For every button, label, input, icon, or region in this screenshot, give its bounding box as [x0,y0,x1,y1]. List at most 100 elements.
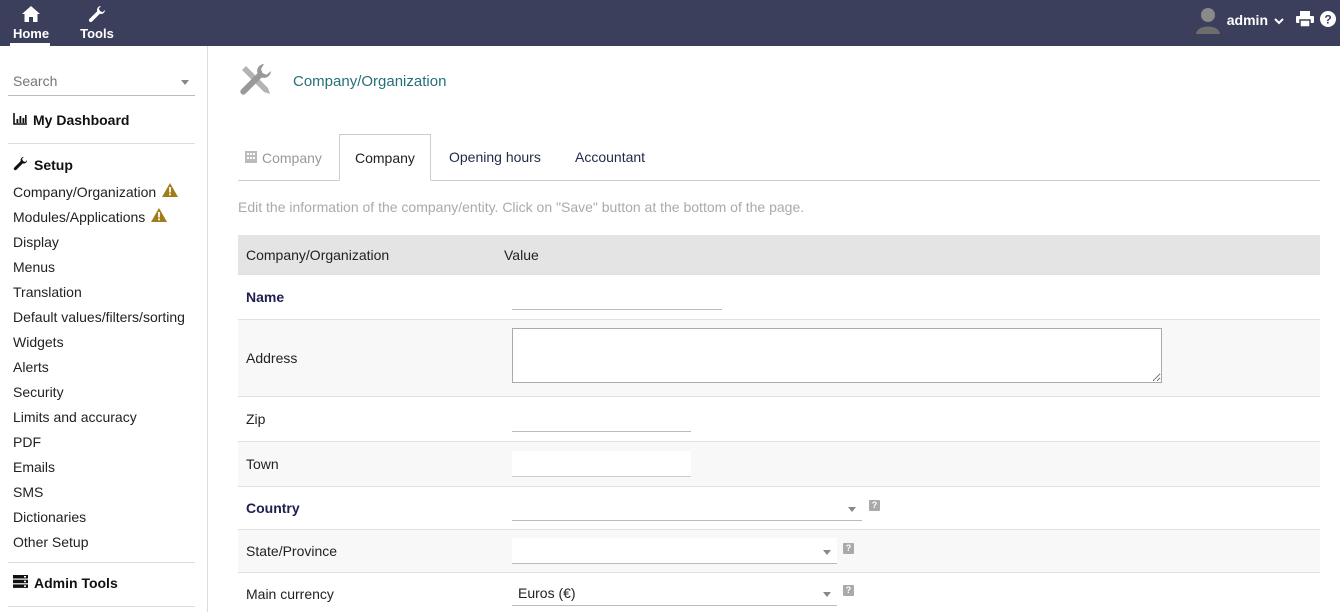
tab-company[interactable]: Company [339,134,431,181]
chevron-down-icon [848,507,856,512]
name-label: Name [246,289,285,305]
sidebar-item-default-values[interactable]: Default values/filters/sorting [13,305,185,330]
sidebar-item-label: Translation [13,284,82,300]
zip-label: Zip [246,411,266,427]
column-header: Value [504,246,539,263]
table-row: State/Province ? [238,529,1320,572]
chevron-down-icon [823,550,831,555]
divider [8,143,195,144]
help-icon[interactable]: ? [843,543,854,554]
table-row: Address [238,319,1320,396]
chevron-down-icon[interactable] [181,80,189,85]
tab-company-overview[interactable]: Company [238,134,338,181]
sidebar-item-label: SMS [13,484,44,500]
sidebar-item-label: Widgets [13,334,64,350]
tab-label: Accountant [575,149,646,165]
sidebar-item-pdf[interactable]: PDF [13,430,185,455]
sidebar-item-emails[interactable]: Emails [13,455,185,480]
home-icon [21,4,41,24]
divider [8,606,195,607]
print-icon[interactable] [1296,11,1314,30]
sidebar: My Dashboard Setup Company/Organization … [0,46,208,612]
avatar [1195,6,1221,34]
town-field[interactable] [512,451,691,477]
sidebar-item-label: Limits and accuracy [13,409,137,425]
sidebar-item-my-dashboard[interactable]: My Dashboard [13,112,129,128]
table-row: Country ? [238,486,1320,529]
wrench-icon [87,4,107,24]
table-header: Company/Organization Value [238,235,1320,274]
currency-value: Euros (€) [518,585,576,601]
search-input[interactable] [8,69,168,93]
home-label: Home [12,26,50,41]
top-bar: Home Tools admin ? [0,0,1340,46]
table-row: Town [238,441,1320,486]
divider [8,562,195,563]
sidebar-item-label: Security [13,384,64,400]
sidebar-item-limits-accuracy[interactable]: Limits and accuracy [13,405,185,430]
name-field[interactable] [512,286,722,310]
tab-label: Opening hours [449,149,541,165]
address-label: Address [246,350,298,366]
help-icon[interactable]: ? [1320,11,1336,30]
setup-menu-list: Company/Organization Modules/Application… [13,180,185,555]
sidebar-item-other-setup[interactable]: Other Setup [13,530,185,555]
admin-tools-label: Admin Tools [34,575,118,591]
help-icon[interactable]: ? [869,500,880,511]
sidebar-item-label: Default values/filters/sorting [13,309,185,325]
sidebar-item-label: Emails [13,459,56,475]
sidebar-item-label: Menus [13,259,56,275]
town-label: Town [246,456,279,472]
sidebar-item-translation[interactable]: Translation [13,280,185,305]
sidebar-item-modules-applications[interactable]: Modules/Applications [13,205,185,230]
table-row: Name [238,274,1320,319]
chevron-down-icon [823,592,831,597]
sidebar-item-dictionaries[interactable]: Dictionaries [13,505,185,530]
user-name: admin [1226,12,1268,28]
main-content: Company/Organization Company Company Ope… [238,46,1320,612]
home-nav-button[interactable]: Home [10,0,52,46]
tools-icon [238,62,274,98]
tools-nav-button[interactable]: Tools [76,0,118,46]
warning-icon [151,205,168,230]
sidebar-item-admin-tools[interactable]: Admin Tools [13,575,118,591]
building-icon [244,135,258,181]
company-form-table: Company/Organization Value Name Address … [238,235,1320,612]
sidebar-item-label: Other Setup [13,534,89,550]
edit-hint: Edit the information of the company/enti… [238,199,805,215]
warning-icon [162,180,179,205]
sidebar-item-display[interactable]: Display [13,230,185,255]
sidebar-item-menus[interactable]: Menus [13,255,185,280]
sidebar-item-label: Modules/Applications [13,209,146,225]
server-icon [13,575,28,591]
tools-label: Tools [80,26,114,41]
sidebar-item-widgets[interactable]: Widgets [13,330,185,355]
search-box[interactable] [8,69,195,96]
country-select[interactable] [512,495,862,521]
tab-bar: Company Company Opening hours Accountant [238,134,1320,181]
country-label: Country [246,500,300,516]
table-row: Zip [238,396,1320,441]
address-field[interactable] [512,328,1162,383]
sidebar-item-label: PDF [13,434,41,450]
sidebar-item-security[interactable]: Security [13,380,185,405]
tab-label: Company [355,150,415,166]
state-label: State/Province [246,543,338,559]
currency-label: Main currency [246,586,334,602]
sidebar-item-label: Dictionaries [13,509,87,525]
tab-opening-hours[interactable]: Opening hours [433,134,557,181]
currency-select[interactable]: Euros (€) [512,580,837,606]
column-header: Company/Organization [246,246,390,263]
tab-accountant[interactable]: Accountant [559,134,661,181]
table-row: Main currency Euros (€) ? [238,572,1320,612]
sidebar-item-setup[interactable]: Setup [13,156,73,174]
user-menu[interactable]: admin [1195,5,1284,35]
sidebar-item-sms[interactable]: SMS [13,480,185,505]
sidebar-item-company-organization[interactable]: Company/Organization [13,180,185,205]
sidebar-item-alerts[interactable]: Alerts [13,355,185,380]
state-select[interactable] [512,538,837,564]
zip-field[interactable] [512,408,691,432]
help-icon[interactable]: ? [843,585,854,596]
tab-label: Company [262,149,322,166]
sidebar-item-label: Alerts [13,359,49,375]
